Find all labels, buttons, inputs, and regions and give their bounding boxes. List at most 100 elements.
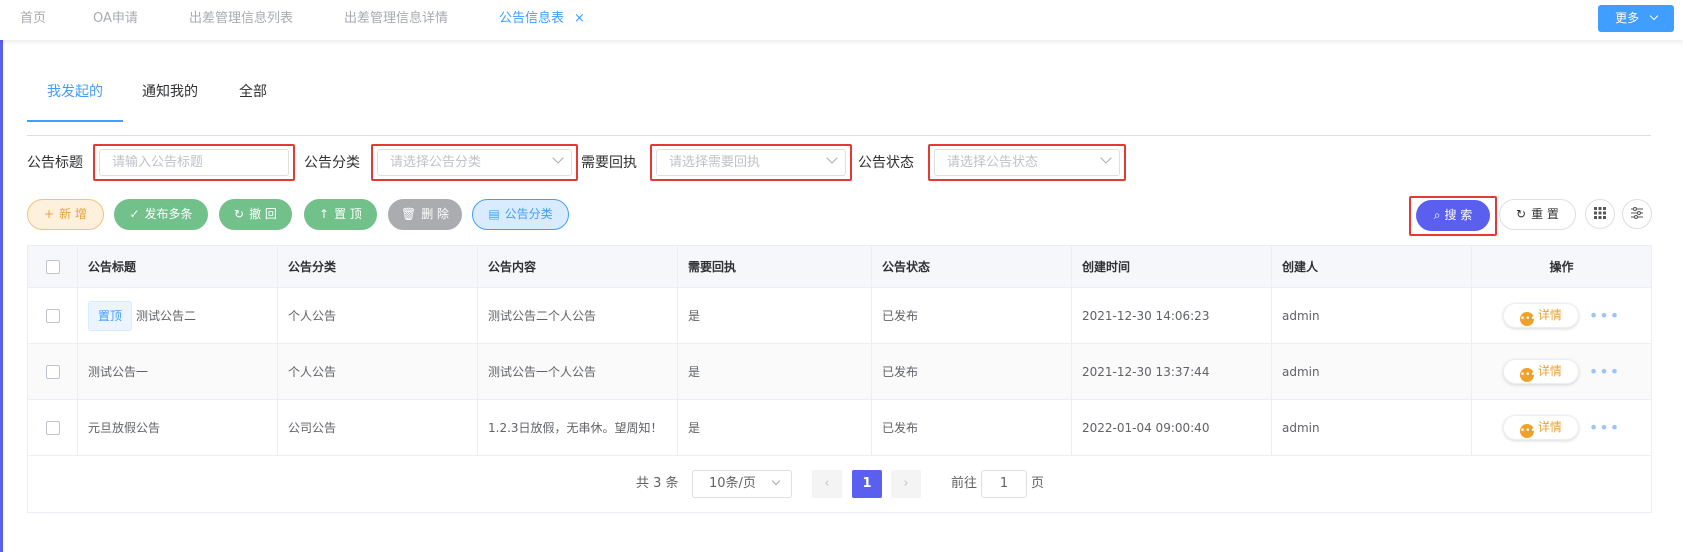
tab-label: 首页 bbox=[20, 11, 47, 26]
detail-button[interactable]: ••• 详情 bbox=[1502, 359, 1579, 384]
title-input[interactable]: 请输入公告标题 bbox=[99, 149, 289, 176]
revoke-button[interactable]: ↻ 撤 回 bbox=[219, 199, 292, 230]
detail-label: 详情 bbox=[1537, 364, 1562, 378]
cell-actions: ••• 详情 ••• bbox=[1472, 288, 1651, 343]
goto-page-input[interactable]: 1 bbox=[981, 470, 1027, 498]
subtab-initiated[interactable]: 我发起的 bbox=[47, 72, 103, 122]
tab-trip-detail[interactable]: 出差管理信息详情 bbox=[344, 0, 448, 38]
pin-top-button[interactable]: ↑ 置 顶 bbox=[304, 199, 377, 230]
add-button[interactable]: + 新 增 bbox=[27, 199, 104, 230]
table-row: 测试公告一 个人公告 测试公告一个人公告 是 已发布 2021-12-30 13… bbox=[28, 344, 1651, 400]
cell-actions: ••• 详情 ••• bbox=[1472, 344, 1651, 399]
table-header: 公告标题 公告分类 公告内容 需要回执 公告状态 创建时间 创建人 操作 bbox=[28, 246, 1651, 288]
filter-category-label: 公告分类 bbox=[304, 155, 360, 171]
delete-button-label: 删 除 bbox=[421, 207, 450, 221]
detail-label: 详情 bbox=[1537, 420, 1562, 434]
column-grid-button[interactable] bbox=[1585, 199, 1615, 229]
more-circle-icon: ••• bbox=[1519, 368, 1536, 382]
notice-category-button[interactable]: ▤ 公告分类 bbox=[472, 199, 569, 230]
subtab-all[interactable]: 全部 bbox=[239, 72, 267, 122]
cell-receipt: 是 bbox=[678, 400, 872, 455]
publish-multiple-button[interactable]: ✓ 发布多条 bbox=[114, 199, 208, 230]
column-header: 公告内容 bbox=[478, 246, 678, 287]
cell-status: 已发布 bbox=[872, 344, 1072, 399]
pin-button-label: 置 顶 bbox=[334, 207, 362, 221]
page-size-select[interactable]: 10条/页 bbox=[692, 470, 792, 498]
column-header: 操作 bbox=[1549, 260, 1574, 274]
more-button[interactable]: 更多 bbox=[1598, 5, 1674, 32]
close-icon[interactable]: × bbox=[574, 11, 585, 26]
goto-label: 前往 bbox=[951, 476, 978, 491]
chevron-right-icon: › bbox=[903, 476, 909, 491]
category-select[interactable]: 请选择公告分类 bbox=[377, 149, 572, 176]
filter-title-label: 公告标题 bbox=[27, 155, 83, 171]
filter-status-label: 公告状态 bbox=[858, 155, 914, 171]
status-select[interactable]: 请选择公告状态 bbox=[934, 149, 1120, 176]
cell-status: 已发布 bbox=[872, 288, 1072, 343]
tab-label: 公告信息表 bbox=[499, 11, 565, 26]
prev-page-button[interactable]: ‹ bbox=[812, 470, 842, 498]
filter-settings-button[interactable] bbox=[1622, 199, 1652, 229]
cell-content: 测试公告二个人公告 bbox=[478, 288, 678, 343]
cell-creator: admin bbox=[1272, 344, 1472, 399]
row-checkbox[interactable] bbox=[45, 364, 60, 379]
tab-trip-list[interactable]: 出差管理信息列表 bbox=[189, 0, 293, 38]
trash-icon: 🗑 bbox=[400, 207, 417, 221]
more-button-label: 更多 bbox=[1615, 11, 1640, 25]
reset-button-label: 重 置 bbox=[1531, 207, 1559, 221]
cell-receipt: 是 bbox=[678, 344, 872, 399]
add-button-label: 新 增 bbox=[59, 207, 87, 221]
top-tab-bar: 首页 OA申请 出差管理信息列表 出差管理信息详情 公告信息表 × 更多 bbox=[0, 0, 1683, 40]
column-header: 创建时间 bbox=[1072, 246, 1272, 287]
more-actions-icon[interactable]: ••• bbox=[1589, 418, 1620, 437]
more-circle-icon: ••• bbox=[1519, 424, 1536, 438]
next-page-button[interactable]: › bbox=[891, 470, 921, 498]
select-all-checkbox[interactable] bbox=[45, 259, 60, 274]
detail-label: 详情 bbox=[1537, 308, 1562, 322]
row-checkbox[interactable] bbox=[45, 308, 60, 323]
chevron-left-icon: ‹ bbox=[824, 476, 830, 491]
row-checkbox-cell bbox=[28, 288, 78, 343]
cell-title: 测试公告一 bbox=[78, 344, 278, 399]
search-icon: ⌕ bbox=[1433, 208, 1441, 222]
more-actions-icon[interactable]: ••• bbox=[1589, 306, 1620, 325]
tab-notice-table[interactable]: 公告信息表 × bbox=[499, 0, 585, 38]
table-row: 元旦放假公告 公司公告 1.2.3日放假，无串休。望周知！ 是 已发布 2022… bbox=[28, 400, 1651, 456]
current-page[interactable]: 1 bbox=[852, 470, 882, 498]
cell-created: 2021-12-30 13:37:44 bbox=[1072, 344, 1272, 399]
column-header: 需要回执 bbox=[678, 246, 872, 287]
reset-button[interactable]: ↻ 重 置 bbox=[1499, 199, 1576, 230]
detail-button[interactable]: ••• 详情 bbox=[1502, 415, 1579, 440]
tab-home[interactable]: 首页 bbox=[20, 0, 46, 38]
detail-button[interactable]: ••• 详情 bbox=[1502, 303, 1579, 328]
search-highlight: ⌕ 搜 索 bbox=[1409, 196, 1497, 236]
column-header: 公告标题 bbox=[78, 246, 278, 287]
more-actions-icon[interactable]: ••• bbox=[1589, 362, 1620, 381]
plus-icon: + bbox=[44, 207, 55, 221]
page-size-value: 10条/页 bbox=[709, 476, 756, 491]
check-icon: ✓ bbox=[129, 207, 140, 221]
cell-actions: ••• 详情 ••• bbox=[1472, 400, 1651, 455]
row-checkbox-cell bbox=[28, 344, 78, 399]
row-checkbox-cell bbox=[28, 400, 78, 455]
refresh-icon: ↻ bbox=[1516, 207, 1527, 221]
column-header: 公告分类 bbox=[278, 246, 478, 287]
grid-icon bbox=[1594, 207, 1606, 219]
search-button[interactable]: ⌕ 搜 索 bbox=[1416, 200, 1490, 231]
cell-created: 2022-01-04 09:00:40 bbox=[1072, 400, 1272, 455]
header-checkbox-cell bbox=[28, 246, 78, 287]
tab-oa-apply[interactable]: OA申请 bbox=[93, 0, 138, 38]
filter-category-highlight: 请选择公告分类 bbox=[371, 144, 578, 181]
publish-button-label: 发布多条 bbox=[144, 207, 193, 221]
revoke-button-label: 撤 回 bbox=[249, 207, 277, 221]
subtab-notified[interactable]: 通知我的 bbox=[142, 72, 198, 122]
row-checkbox[interactable] bbox=[45, 420, 60, 435]
filter-receipt-label: 需要回执 bbox=[581, 155, 637, 171]
document-icon: ▤ bbox=[488, 207, 500, 221]
cell-creator: admin bbox=[1272, 400, 1472, 455]
pinned-tag: 置顶 bbox=[88, 300, 133, 331]
cell-content: 1.2.3日放假，无串休。望周知！ bbox=[478, 400, 678, 455]
receipt-select[interactable]: 请选择需要回执 bbox=[656, 149, 846, 176]
delete-button[interactable]: 🗑 删 除 bbox=[388, 199, 462, 230]
filter-title-highlight: 请输入公告标题 bbox=[93, 144, 295, 181]
